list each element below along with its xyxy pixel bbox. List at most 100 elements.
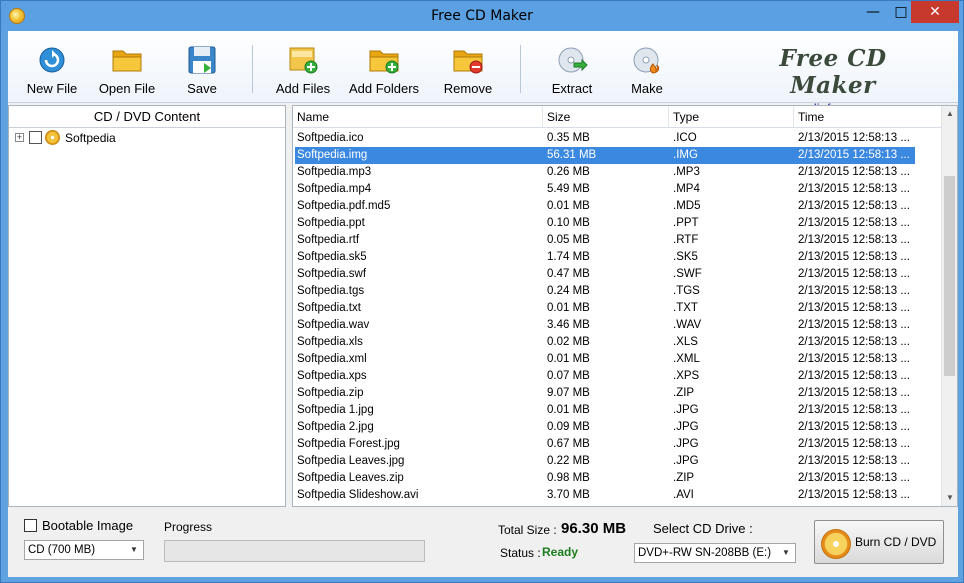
table-row[interactable]: Softpedia.rtf 0.05 MB .RTF 2/13/2015 12:58:… [293, 232, 943, 249]
add-files-icon [287, 45, 319, 75]
tree-item-checkbox[interactable] [29, 131, 42, 144]
table-row[interactable]: Softpedia.mp4 5.49 MB .MP4 2/13/2015 12:58:… [293, 181, 943, 198]
cell-time: 2/13/2015 12:58:13 ... [798, 404, 910, 416]
cell-name: Softpedia Leaves.jpg [297, 455, 405, 467]
cell-size: 0.05 MB [547, 234, 590, 246]
add-files-button[interactable]: Add Files [270, 45, 336, 101]
cell-time: 2/13/2015 12:58:13 ... [798, 268, 910, 280]
cell-type: .ZIP [673, 387, 695, 399]
cell-name: Softpedia.tgs [297, 285, 365, 297]
cell-type: .SWF [673, 268, 702, 280]
save-button[interactable]: Save [174, 45, 230, 101]
file-list: Softpedia.ico 0.35 MB .ICO 2/13/2015 12:58:… [293, 130, 943, 504]
scroll-up-icon[interactable]: ▲ [942, 106, 957, 122]
media-size-select[interactable]: CD (700 MB) ▼ [24, 540, 144, 560]
cell-name: Softpedia.rtf [297, 234, 360, 246]
table-row[interactable]: Softpedia.txt 0.01 MB .TXT 2/13/2015 12:58:… [293, 300, 943, 317]
cell-time: 2/13/2015 12:58:13 ... [798, 353, 910, 365]
table-row[interactable]: Softpedia 2.jpg 0.09 MB .JPG 2/13/2015 12:5… [293, 419, 943, 436]
table-row[interactable]: Softpedia.xml 0.01 MB .XML 2/13/2015 12:58:… [293, 351, 943, 368]
table-row[interactable]: Softpedia Forest.jpg 0.67 MB .JPG 2/13/2015… [293, 436, 943, 453]
select-drive-label: Select CD Drive : [653, 521, 753, 536]
progress-bar [164, 540, 425, 562]
table-row[interactable]: Softpedia Slideshow.avi 3.70 MB .AVI 2/13/2… [293, 487, 943, 504]
file-list-pane: Name Size Type Time Softpedia.ico 0.35 MB… [292, 105, 958, 507]
disc-make-icon [631, 45, 663, 75]
table-row[interactable]: Softpedia.tgs 0.24 MB .TGS 2/13/2015 12:58:… [293, 283, 943, 300]
open-file-button[interactable]: Open File [94, 45, 160, 101]
chevron-down-icon: ▼ [130, 545, 138, 554]
cell-size: 9.07 MB [547, 387, 590, 399]
table-row[interactable]: Softpedia.zip 9.07 MB .ZIP 2/13/2015 12:58:… [293, 385, 943, 402]
column-header-name[interactable]: Name [293, 106, 543, 128]
table-row[interactable]: Softpedia.xls 0.02 MB .XLS 2/13/2015 12:58:… [293, 334, 943, 351]
status-value: Ready [542, 545, 579, 559]
table-row[interactable]: Softpedia Leaves.zip 0.98 MB .ZIP 2/13/2015… [293, 470, 943, 487]
cell-type: .PPT [673, 217, 699, 229]
progress-label: Progress [164, 520, 213, 534]
table-row[interactable]: Softpedia.mp3 0.26 MB .MP3 2/13/2015 12:58:… [293, 164, 943, 181]
cell-type: .MP4 [673, 183, 700, 195]
scroll-down-icon[interactable]: ▼ [942, 490, 957, 506]
cell-time: 2/13/2015 12:58:13 ... [798, 302, 910, 314]
burn-button[interactable]: Burn CD / DVD [814, 520, 944, 564]
window-title: Free CD Maker [431, 8, 533, 24]
cell-type: .MD5 [673, 200, 701, 212]
cell-size: 0.26 MB [547, 166, 590, 178]
table-row[interactable]: Softpedia.swf 0.47 MB .SWF 2/13/2015 12:58:… [293, 266, 943, 283]
tree-item-label: Softpedia [65, 131, 116, 145]
cell-time: 2/13/2015 12:58:13 ... [798, 455, 910, 467]
toolbar-separator [520, 45, 521, 93]
cell-type: .JPG [673, 421, 699, 433]
cell-type: .JPG [673, 404, 699, 416]
column-header-type[interactable]: Type [669, 106, 794, 128]
new-file-button[interactable]: New File [22, 45, 82, 101]
extract-button[interactable]: Extract [542, 45, 602, 101]
cell-size: 0.01 MB [547, 404, 590, 416]
app-window: Free CD Maker — □ ✕ New File Open File S… [0, 0, 964, 583]
cell-type: .TGS [673, 285, 700, 297]
title-bar[interactable]: Free CD Maker — □ ✕ [1, 1, 963, 31]
client-area: New File Open File Save Add Files Add Fo… [8, 31, 958, 577]
cell-name: Softpedia.pdf.md5 [297, 200, 391, 212]
table-row[interactable]: Softpedia 1.jpg 0.01 MB .JPG 2/13/2015 12:5… [293, 402, 943, 419]
make-button[interactable]: Make [620, 45, 674, 101]
cell-size: 0.24 MB [547, 285, 590, 297]
table-row[interactable]: Softpedia.wav 3.46 MB .WAV 2/13/2015 12:58:… [293, 317, 943, 334]
total-size-value: 96.30 MB [561, 520, 627, 537]
table-row[interactable]: Softpedia.pdf.md5 0.01 MB .MD5 2/13/2015 12… [293, 198, 943, 215]
column-header-time[interactable]: Time [794, 106, 943, 128]
table-row[interactable]: Softpedia.img 56.31 MB .IMG 2/13/2015 12:58… [293, 147, 943, 164]
table-row[interactable]: Softpedia Leaves.jpg 0.22 MB .JPG 2/13/2015… [293, 453, 943, 470]
tree-item-root[interactable]: + Softpedia [9, 128, 285, 148]
cell-type: .JPG [673, 455, 699, 467]
add-folders-button[interactable]: Add Folders [344, 45, 424, 101]
column-header-size[interactable]: Size [543, 106, 669, 128]
cd-drive-select[interactable]: DVD+-RW SN-208BB (E:) ▼ [634, 543, 796, 563]
cell-size: 0.10 MB [547, 217, 590, 229]
table-row[interactable]: Softpedia.ppt 0.10 MB .PPT 2/13/2015 12:58:… [293, 215, 943, 232]
cell-size: 0.67 MB [547, 438, 590, 450]
table-row[interactable]: Softpedia.xps 0.07 MB .XPS 2/13/2015 12:58:… [293, 368, 943, 385]
cell-name: Softpedia.swf [297, 268, 367, 280]
scroll-thumb[interactable] [944, 176, 955, 376]
toolbar: New File Open File Save Add Files Add Fo… [8, 31, 958, 116]
cell-time: 2/13/2015 12:58:13 ... [798, 472, 910, 484]
cell-type: .JPG [673, 438, 699, 450]
cell-time: 2/13/2015 12:58:13 ... [798, 149, 910, 161]
media-size-value: CD (700 MB) [28, 544, 96, 556]
vertical-scrollbar[interactable]: ▲ ▼ [941, 106, 957, 506]
minimize-button[interactable]: — [859, 1, 887, 23]
cell-type: .WAV [673, 319, 702, 331]
expand-icon[interactable]: + [15, 133, 24, 142]
cell-type: .ZIP [673, 472, 695, 484]
bootable-image-checkbox[interactable] [24, 519, 37, 532]
cell-time: 2/13/2015 12:58:13 ... [798, 438, 910, 450]
remove-button[interactable]: Remove [436, 45, 500, 101]
cell-time: 2/13/2015 12:58:13 ... [798, 183, 910, 195]
list-header: Name Size Type Time [293, 106, 943, 128]
table-row[interactable]: Softpedia.sk5 1.74 MB .SK5 2/13/2015 12:58:… [293, 249, 943, 266]
table-row[interactable]: Softpedia.ico 0.35 MB .ICO 2/13/2015 12:58:… [293, 130, 943, 147]
close-button[interactable]: ✕ [911, 1, 959, 23]
cell-name: Softpedia.wav [297, 319, 370, 331]
